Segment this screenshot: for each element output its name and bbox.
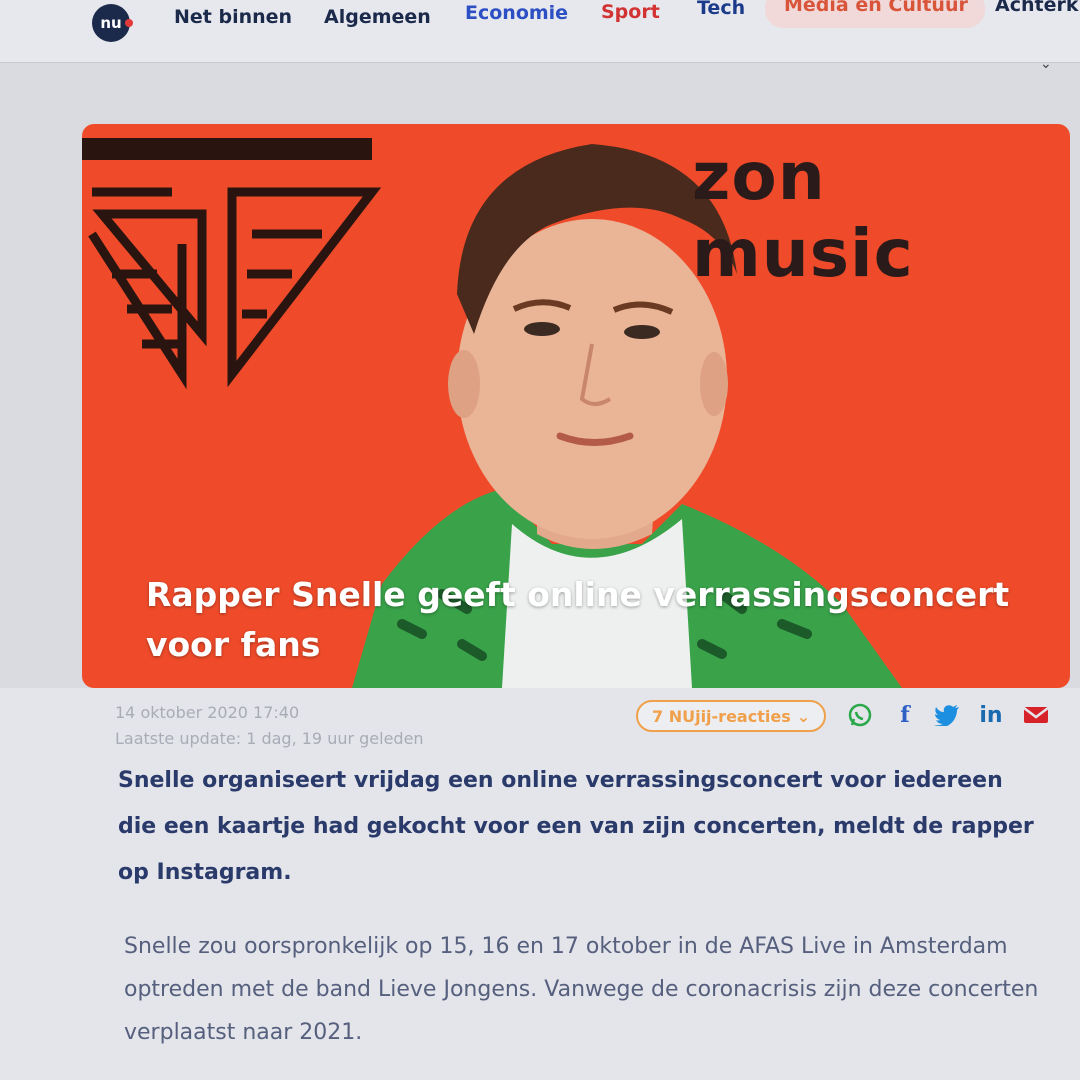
nav-item-algemeen[interactable]: Algemeen bbox=[324, 6, 431, 28]
twitter-icon bbox=[934, 705, 959, 726]
linkedin-icon: in bbox=[979, 702, 1003, 728]
reactions-button[interactable]: 7 NUjij-reacties ⌄ bbox=[636, 700, 827, 732]
scroll-indicator: ⌄ bbox=[1040, 56, 1052, 72]
twitter-share-button[interactable] bbox=[932, 700, 962, 730]
hero-brand-text: zon music bbox=[692, 138, 914, 292]
logo-dot bbox=[125, 19, 133, 27]
reactions-label: 7 NUjij-reacties bbox=[652, 706, 791, 726]
logo-text: nu bbox=[100, 14, 122, 32]
subnav-fragment bbox=[100, 64, 1080, 78]
whatsapp-share-button[interactable] bbox=[845, 700, 875, 730]
nav-item-achterklap[interactable]: Achterkl bbox=[995, 0, 1080, 16]
chevron-down-icon: ⌄ bbox=[796, 706, 811, 726]
mail-share-button[interactable] bbox=[1021, 700, 1051, 730]
hero-image[interactable]: zon music Rapper Snelle geeft online ver… bbox=[82, 124, 1070, 688]
article-headline[interactable]: Rapper Snelle geeft online verrassingsco… bbox=[146, 570, 1046, 670]
nav-item-media-en-cultuur[interactable]: Media en Cultuur bbox=[784, 0, 968, 16]
nav-item-tech[interactable]: Tech bbox=[697, 0, 745, 19]
article-meta: 14 oktober 2020 17:40 Laatste update: 1 … bbox=[115, 700, 424, 752]
updated-date: Laatste update: 1 dag, 19 uur geleden bbox=[115, 729, 424, 748]
article-paragraph: Snelle zou oorspronkelijk op 15, 16 en 1… bbox=[124, 934, 1039, 1045]
mail-icon bbox=[1023, 707, 1049, 723]
nav-item-sport[interactable]: Sport bbox=[601, 1, 660, 23]
whatsapp-icon bbox=[848, 703, 872, 727]
article-lead: Snelle organiseert vrijdag een online ve… bbox=[118, 768, 1034, 885]
facebook-share-button[interactable]: f bbox=[890, 700, 920, 730]
published-date: 14 oktober 2020 17:40 bbox=[115, 703, 300, 722]
nav-item-net-binnen[interactable]: Net binnen bbox=[174, 6, 292, 28]
top-navigation: nu Net binnen Algemeen Economie Sport Te… bbox=[0, 0, 1080, 63]
nav-item-economie[interactable]: Economie bbox=[465, 2, 568, 24]
linkedin-share-button[interactable]: in bbox=[976, 700, 1006, 730]
facebook-icon: f bbox=[900, 702, 910, 728]
nu-logo[interactable]: nu bbox=[92, 4, 133, 42]
